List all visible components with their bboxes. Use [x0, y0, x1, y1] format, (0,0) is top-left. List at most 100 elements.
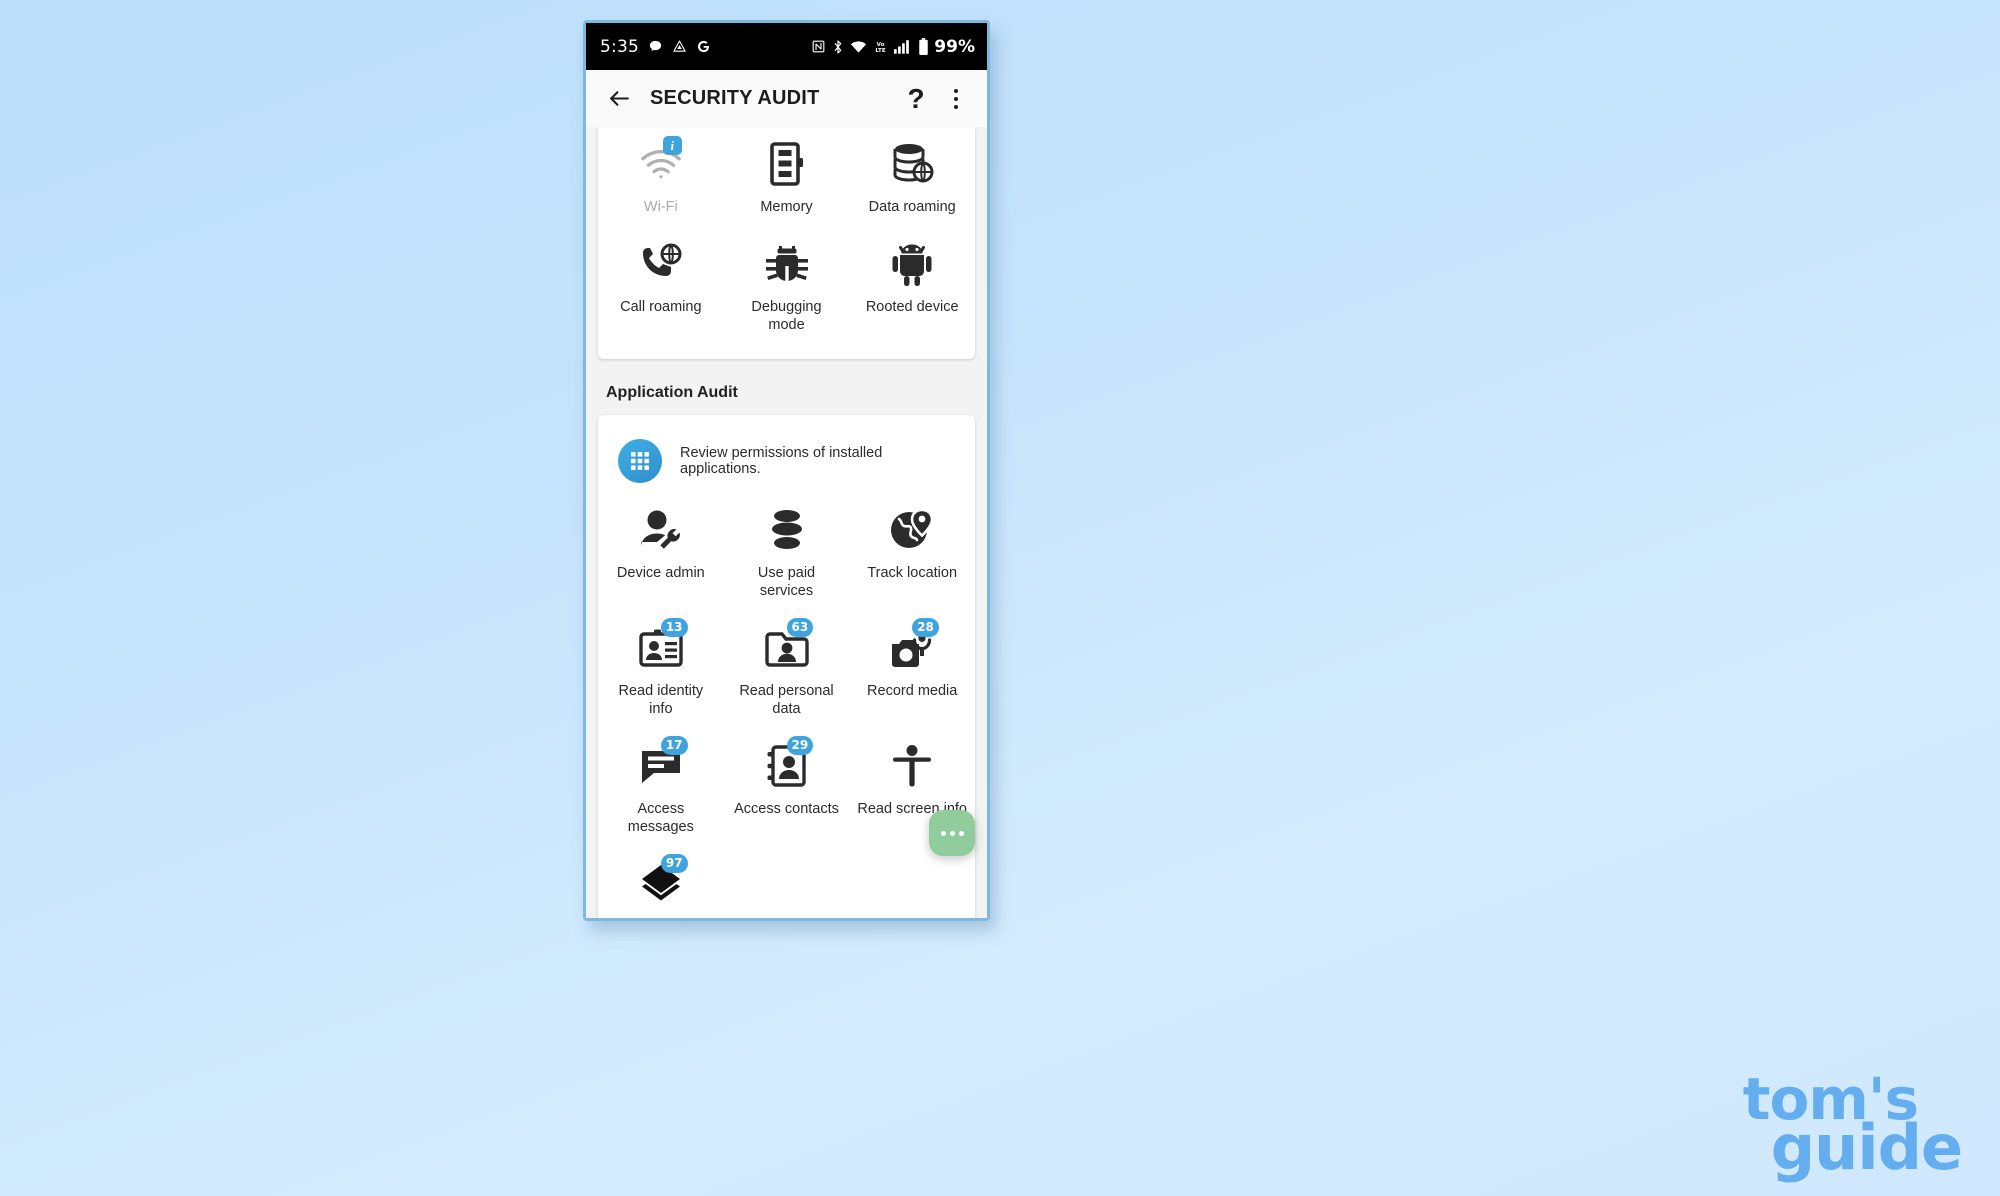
app-cell-use-paid-services[interactable]: Use paid services: [724, 493, 850, 611]
icon-wrap: [884, 239, 940, 289]
app-cell-record-media[interactable]: 28 Record media: [849, 611, 975, 729]
battery-icon: [919, 38, 929, 55]
app-cell-label: Record media: [867, 682, 958, 699]
watermark-line-2: guide: [1770, 1111, 1963, 1185]
icon-wrap: 17: [633, 735, 689, 791]
device-cell-label: Wi-Fi: [643, 199, 678, 215]
more-vertical-icon-dot: [954, 88, 958, 93]
overflow-menu-button[interactable]: [939, 79, 973, 119]
drive-triangle-icon: [673, 40, 686, 52]
android-robot-icon: [892, 244, 932, 286]
device-cell-label: Rooted device: [865, 298, 959, 315]
app-cell-label: Track location: [867, 564, 958, 581]
application-audit-row: 13 Read identity info 63 Read personal d…: [598, 611, 975, 729]
device-cell-memory[interactable]: Memory: [724, 127, 850, 227]
signal-bars-icon: [894, 40, 910, 54]
bluetooth-icon: [835, 39, 842, 54]
status-bar: 5:35 Vo LTE 99%: [586, 23, 987, 70]
nfc-icon: [812, 40, 825, 53]
device-cell-label: Memory: [760, 199, 813, 215]
device-cell-debugging-mode[interactable]: Debugging mode: [724, 227, 850, 345]
globe-pin-icon: [891, 508, 934, 548]
device-audit-row: i Wi-Fi Memory Data roaming: [598, 127, 975, 227]
wifi-icon: [851, 41, 867, 53]
watermark: tom's guide: [1743, 1070, 1963, 1185]
app-grid-icon: [618, 438, 662, 483]
app-cell-label: Access messages: [627, 800, 694, 836]
status-bar-left: 5:35: [600, 37, 711, 57]
app-cell-badge: 97: [660, 853, 688, 873]
app-cell-read-personal-data[interactable]: 63 Read personal data: [724, 611, 850, 729]
icon-wrap: 28: [884, 617, 940, 673]
app-cell-read-identity-info[interactable]: 13 Read identity info: [598, 611, 724, 729]
app-cell-empty: [724, 847, 850, 918]
icon-wrap: [759, 505, 815, 555]
application-audit-row: 17 Access messages 29 Access contacts Re…: [598, 729, 975, 847]
more-vertical-icon-dot: [954, 96, 958, 101]
battery-percent: 99%: [934, 36, 975, 57]
database-globe-icon: [893, 144, 934, 183]
icon-wrap: [759, 139, 815, 189]
application-audit-section-title: Application Audit: [606, 383, 738, 401]
wifi-info-badge: i: [662, 136, 682, 155]
device-cell-label: Debugging mode: [751, 298, 822, 334]
app-cell-label: Device admin: [616, 564, 705, 581]
more-vertical-icon-dot: [954, 104, 958, 109]
device-cell-data-roaming[interactable]: Data roaming: [849, 127, 975, 227]
icon-wrap: [633, 239, 689, 289]
app-cell-badge: 28: [912, 617, 939, 637]
volte-icon: Vo LTE: [876, 42, 886, 54]
app-cell-label: Read identity info: [618, 682, 704, 718]
help-button[interactable]: ?: [899, 79, 933, 119]
app-cell-badge: 13: [660, 617, 688, 637]
device-cell-wifi[interactable]: i Wi-Fi: [598, 127, 724, 227]
application-audit-header: Review permissions of installed applicat…: [598, 421, 975, 493]
person-wrench-icon: [640, 510, 680, 549]
phone-globe-icon: [642, 243, 682, 276]
icon-wrap: [633, 505, 689, 555]
app-cell-badge: 29: [786, 735, 814, 755]
icon-wrap: [759, 239, 815, 289]
application-audit-row: Device admin Use paid services Track loc…: [598, 493, 975, 611]
arrow-left-icon: [609, 91, 629, 106]
svg-text:Vo: Vo: [877, 42, 885, 48]
device-cell-call-roaming[interactable]: Call roaming: [598, 227, 724, 345]
app-cell-access-messages[interactable]: 17 Access messages: [598, 729, 724, 847]
device-cell-rooted-device[interactable]: Rooted device: [849, 227, 975, 345]
app-cell-access-contacts[interactable]: 29 Access contacts: [724, 729, 850, 847]
page-title: SECURITY AUDIT: [650, 87, 820, 109]
app-cell-overlay[interactable]: 97 Overlay: [598, 847, 724, 918]
status-time: 5:35: [600, 36, 639, 57]
more-horizontal-icon-dot: [940, 830, 946, 836]
accessibility-icon: [893, 744, 932, 787]
phone-frame: 5:35 Vo LTE 99% SECURITY AUDIT ? i Wi-Fi…: [583, 20, 990, 921]
application-audit-description: Review permissions of installed applicat…: [680, 444, 883, 477]
application-audit-row: 97 Overlay: [598, 847, 975, 918]
icon-wrap: 97: [633, 853, 689, 909]
app-cell-label: Access contacts: [734, 800, 839, 817]
memory-card-icon: [769, 142, 803, 186]
coins-stack-icon: [771, 509, 802, 549]
device-cell-label: Data roaming: [868, 199, 956, 215]
icon-wrap: i: [633, 136, 689, 189]
icon-wrap: 63: [759, 617, 815, 673]
scroll-body[interactable]: i Wi-Fi Memory Data roaming Call roaming…: [586, 127, 987, 918]
app-cell-device-admin[interactable]: Device admin: [598, 493, 724, 611]
bug-icon: [765, 245, 808, 283]
icon-wrap: [884, 139, 940, 189]
floating-action-button[interactable]: [929, 810, 975, 856]
app-cell-badge: 17: [660, 735, 688, 755]
svg-text:LTE: LTE: [876, 48, 886, 54]
device-audit-row: Call roaming Debugging mode Rooted devic…: [598, 227, 975, 345]
google-g-icon: [697, 40, 710, 53]
app-cell-empty: [849, 847, 975, 918]
icon-wrap: [884, 505, 940, 555]
application-audit-card: Review permissions of installed applicat…: [598, 414, 975, 918]
device-audit-card: i Wi-Fi Memory Data roaming Call roaming…: [598, 127, 975, 359]
chat-bubble-icon: [649, 40, 662, 52]
app-cell-label: Use paid services: [757, 564, 816, 600]
back-button[interactable]: [604, 84, 634, 114]
app-cell-track-location[interactable]: Track location: [849, 493, 975, 611]
icon-wrap: 13: [633, 617, 689, 673]
more-horizontal-icon-dot: [958, 830, 964, 836]
